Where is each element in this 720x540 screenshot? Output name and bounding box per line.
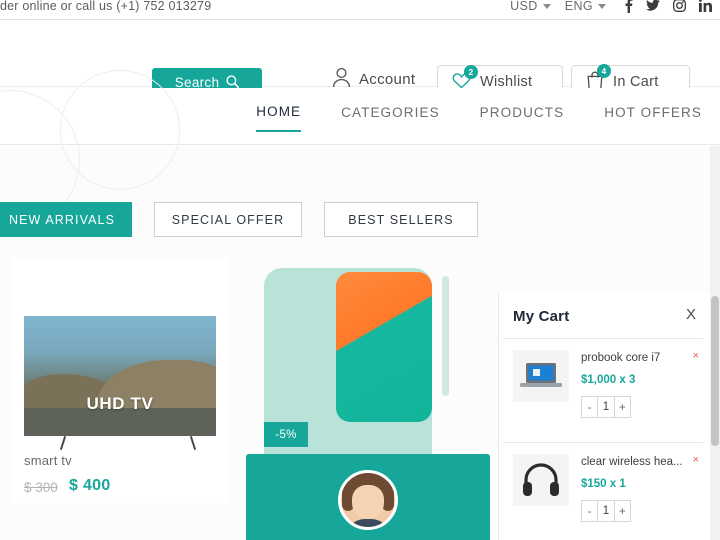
divider	[503, 442, 703, 443]
twitter-icon[interactable]	[646, 0, 660, 12]
account-label: Account	[359, 71, 416, 88]
wishlist-count-badge: 2	[464, 64, 478, 79]
tv-stand-left	[59, 436, 67, 450]
cart-panel-title: My Cart	[513, 308, 570, 325]
phone-screen	[336, 272, 432, 422]
laptop-icon	[513, 350, 569, 402]
page-scrollbar[interactable]	[710, 146, 720, 540]
close-icon[interactable]: X	[686, 306, 696, 323]
cart-item[interactable]: probook core i7 × $1,000 x 3 - 1 +	[503, 344, 703, 440]
chevron-down-icon	[542, 4, 551, 9]
contact-text: der online or call us (+1) 752 013279	[0, 0, 212, 13]
quantity-stepper[interactable]: - 1 +	[581, 396, 631, 418]
linkedin-icon[interactable]	[699, 0, 712, 12]
product-name: smart tv	[24, 453, 72, 468]
scrollbar-thumb[interactable]	[711, 296, 719, 446]
nav-item-categories[interactable]: CATEGORIES	[341, 105, 440, 131]
stylus-pen	[442, 276, 449, 396]
language-value: ENG	[564, 0, 593, 13]
quantity-value: 1	[597, 397, 615, 417]
cart-item-price: $1,000 x 3	[581, 374, 636, 386]
quantity-decrement[interactable]: -	[582, 504, 597, 518]
cart-item-name: clear wireless hea...	[581, 456, 683, 468]
quantity-value: 1	[597, 501, 615, 521]
quantity-stepper[interactable]: - 1 +	[581, 500, 631, 522]
avatar-face	[352, 485, 384, 519]
nav-item-hot-offers[interactable]: HOT OFFERS	[604, 105, 702, 131]
webpage-root: der online or call us (+1) 752 013279 US…	[0, 0, 720, 540]
quantity-increment[interactable]: +	[615, 504, 630, 518]
divider	[503, 338, 703, 339]
cart-item[interactable]: clear wireless hea... × $150 x 1 - 1 +	[503, 448, 703, 540]
nav-item-products[interactable]: PRODUCTS	[480, 105, 565, 131]
facebook-icon[interactable]	[624, 0, 633, 13]
filter-tabs: NEW ARRIVALS SPECIAL OFFER BEST SELLERS	[0, 202, 478, 237]
remove-item-icon[interactable]: ×	[693, 454, 699, 466]
quantity-increment[interactable]: +	[615, 400, 630, 414]
promo-block: -5% Linda Michelle Technical Manager Hey…	[246, 254, 490, 540]
tv-stand-right	[189, 436, 197, 450]
currency-value: USD	[510, 0, 538, 13]
cart-count-badge: 4	[597, 63, 611, 78]
product-card[interactable]: UHD TV smart tv $ 300 $ 400	[12, 258, 228, 503]
nav-item-home[interactable]: HOME	[256, 104, 302, 132]
discount-badge: -5%	[264, 422, 308, 447]
currency-selector[interactable]: USD	[510, 0, 551, 13]
tab-best-sellers[interactable]: BEST SELLERS	[324, 202, 478, 237]
main-content: NEW ARRIVALS SPECIAL OFFER BEST SELLERS …	[0, 70, 720, 540]
cart-item-name: probook core i7	[581, 352, 661, 364]
utility-topbar: der online or call us (+1) 752 013279 US…	[0, 0, 720, 20]
language-selector[interactable]: ENG	[565, 0, 606, 13]
product-old-price: $ 300	[24, 480, 58, 495]
instagram-icon[interactable]	[673, 0, 686, 12]
quantity-decrement[interactable]: -	[582, 400, 597, 414]
cart-item-price: $150 x 1	[581, 478, 626, 490]
topbar-right-group: USD ENG	[510, 0, 712, 13]
social-links	[624, 0, 712, 13]
chevron-down-icon	[598, 4, 606, 9]
avatar-body	[345, 519, 391, 527]
remove-item-icon[interactable]: ×	[693, 350, 699, 362]
avatar	[338, 470, 398, 530]
decorative-circle	[60, 70, 180, 190]
cart-panel: My Cart X probook core i7 × $1,000 x 3 -…	[498, 292, 710, 540]
headphones-icon	[513, 454, 569, 506]
tab-new-arrivals[interactable]: NEW ARRIVALS	[0, 202, 132, 237]
product-new-price: $ 400	[69, 477, 111, 494]
primary-nav: HOME CATEGORIES PRODUCTS HOT OFFERS	[256, 104, 702, 132]
support-agent-card: Linda Michelle Technical Manager	[246, 454, 490, 540]
product-image-caption: UHD TV	[86, 394, 154, 413]
product-image: UHD TV	[24, 316, 216, 436]
tab-special-offer[interactable]: SPECIAL OFFER	[154, 202, 302, 237]
